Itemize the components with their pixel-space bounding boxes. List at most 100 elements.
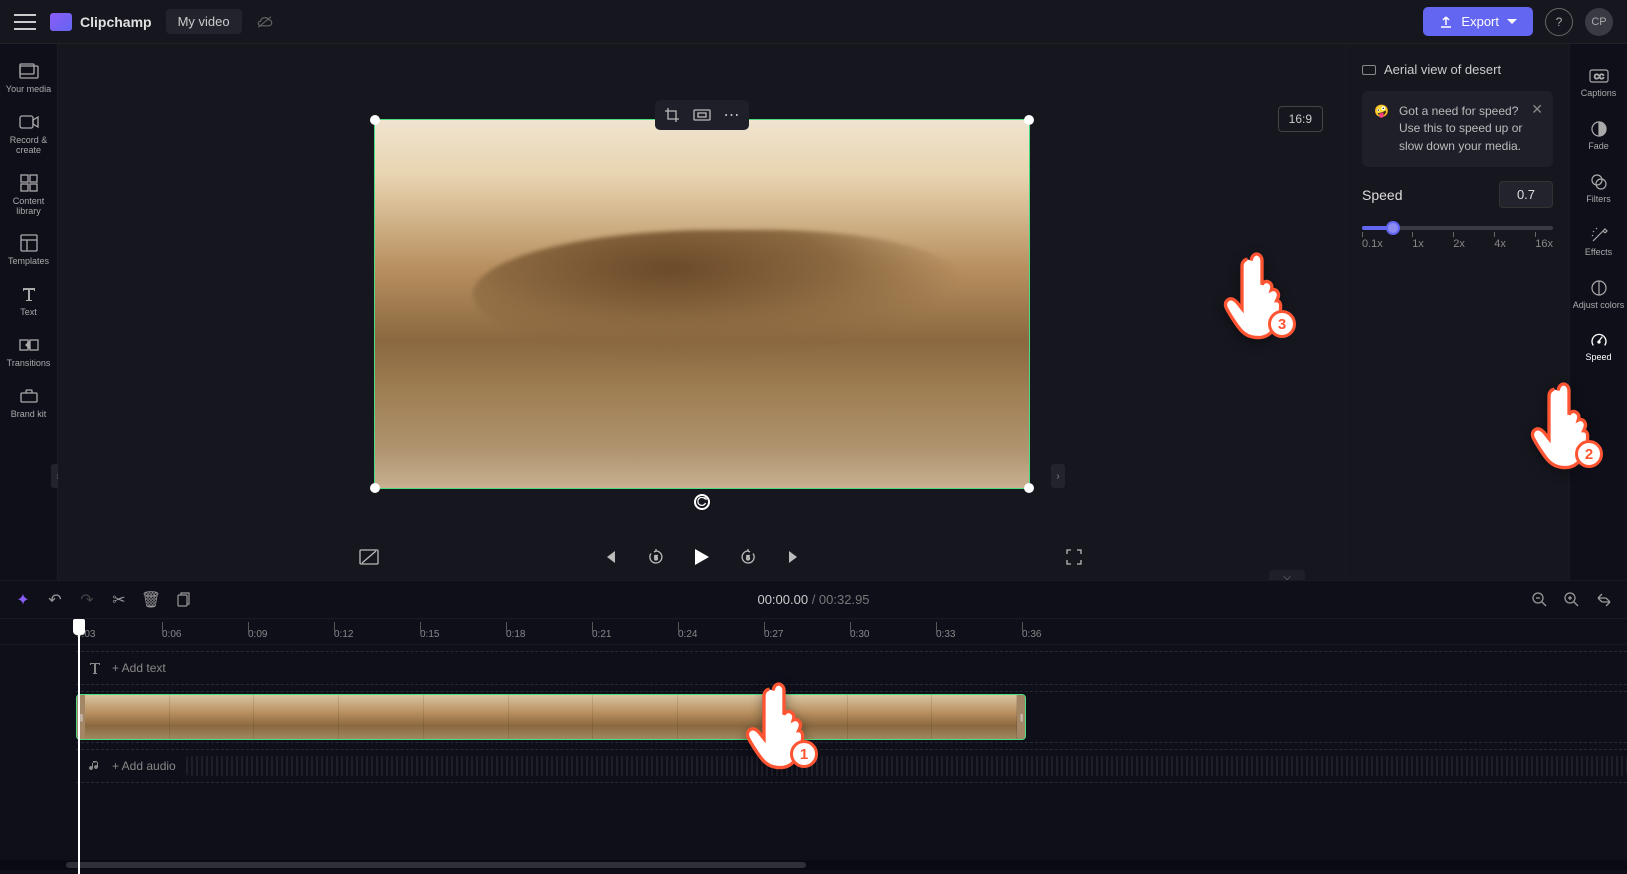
rail-item-speed[interactable]: Speed [1570, 320, 1627, 373]
svg-text:CC: CC [1593, 74, 1603, 81]
add-audio-label: + Add audio [112, 759, 176, 773]
more-button[interactable]: ⋯ [717, 102, 747, 128]
captions-icon: CC [1589, 66, 1609, 86]
filters-icon [1589, 172, 1609, 192]
user-avatar[interactable]: CP [1585, 8, 1613, 36]
video-track[interactable]: || || [76, 691, 1627, 743]
clip-icon [1362, 65, 1376, 75]
slider-ticks: 0.1x 1x 2x 4x 16x [1362, 238, 1553, 250]
rail-item-captions[interactable]: CC Captions [1570, 56, 1627, 109]
speed-slider[interactable] [1362, 226, 1553, 230]
svg-text:5: 5 [746, 556, 750, 562]
audio-track-add[interactable]: + Add audio [76, 749, 1627, 783]
sidebar-item-label: Record & create [2, 136, 55, 156]
rotate-handle[interactable] [694, 494, 710, 510]
rail-item-effects[interactable]: Effects [1570, 215, 1627, 268]
panel-collapse-toggle[interactable]: › [1051, 464, 1065, 488]
app-logo: Clipchamp [50, 13, 152, 31]
redo-button[interactable]: ↷ [78, 591, 96, 609]
resize-handle-tr[interactable] [1024, 115, 1034, 125]
ruler-mark: 0:18 [506, 619, 592, 644]
zoom-out-button[interactable] [1531, 591, 1549, 609]
templates-icon [18, 232, 40, 254]
ruler-mark: 0:30 [850, 619, 936, 644]
delete-button[interactable]: 🗑 [142, 591, 160, 609]
video-clip[interactable]: || || [76, 694, 1026, 740]
ai-button[interactable]: ✦ [14, 591, 32, 609]
sidebar-item-label: Text [20, 308, 37, 318]
zoom-fit-button[interactable] [1595, 591, 1613, 609]
skip-forward-button[interactable] [783, 546, 805, 568]
rewind-button[interactable]: 5 [645, 546, 667, 568]
adjust-icon [1589, 278, 1609, 298]
record-icon [18, 111, 40, 133]
undo-button[interactable]: ↶ [46, 591, 64, 609]
sidebar-item-your-media[interactable]: Your media [0, 52, 57, 103]
fit-button[interactable] [687, 102, 717, 128]
collapse-timeline-toggle[interactable]: ⌵ [1269, 570, 1305, 580]
chevron-down-icon [1507, 19, 1517, 25]
sidebar-item-transitions[interactable]: Transitions [0, 326, 57, 377]
ruler-mark: 0:03 [76, 619, 162, 644]
menu-button[interactable] [14, 14, 36, 30]
sidebar-item-text[interactable]: Text [0, 275, 57, 326]
sidebar-item-label: Brand kit [11, 410, 47, 420]
zoom-in-button[interactable] [1563, 591, 1581, 609]
export-button[interactable]: Export [1423, 7, 1533, 36]
clip-trim-right[interactable]: || [1017, 695, 1025, 739]
resize-handle-br[interactable] [1024, 483, 1034, 493]
fullscreen-button[interactable] [1063, 546, 1085, 568]
skip-back-button[interactable] [599, 546, 621, 568]
rail-item-label: Speed [1585, 353, 1611, 363]
tip-text: Got a need for speed? Use this to speed … [1399, 103, 1541, 155]
tick-label: 2x [1453, 238, 1465, 250]
tick-label: 4x [1494, 238, 1506, 250]
video-title-input[interactable]: My video [166, 9, 242, 34]
slider-thumb[interactable] [1386, 221, 1400, 235]
scrollbar-thumb[interactable] [66, 862, 806, 868]
rail-item-adjust-colors[interactable]: Adjust colors [1570, 268, 1627, 321]
play-button[interactable] [691, 546, 713, 568]
resize-handle-bl[interactable] [370, 483, 380, 493]
clip-name-label: Aerial view of desert [1384, 62, 1501, 77]
svg-text:5: 5 [654, 556, 658, 562]
sidebar-item-content-library[interactable]: Content library [0, 164, 57, 225]
timeline-ruler[interactable]: 0 0:030:060:090:120:150:180:210:240:270:… [0, 619, 1627, 645]
ruler-mark: 0:21 [592, 619, 678, 644]
ruler-mark: 0:09 [248, 619, 334, 644]
text-track-add[interactable]: + Add text [76, 651, 1627, 685]
duplicate-button[interactable] [174, 591, 192, 609]
split-button[interactable]: ✂ [110, 591, 128, 609]
speed-label: Speed [1362, 187, 1402, 203]
forward-button[interactable]: 5 [737, 546, 759, 568]
resize-handle-tl[interactable] [370, 115, 380, 125]
close-tip-button[interactable]: ✕ [1531, 99, 1543, 119]
text-icon [18, 283, 40, 305]
tip-emoji: 🤪 [1374, 103, 1389, 155]
export-label: Export [1461, 14, 1499, 29]
crop-button[interactable] [657, 102, 687, 128]
sidebar-item-label: Transitions [7, 359, 51, 369]
current-time: 00:00.00 [757, 592, 808, 607]
text-icon [88, 661, 102, 675]
tick-label: 1x [1412, 238, 1424, 250]
tick-label: 0.1x [1362, 238, 1383, 250]
sidebar-item-brand-kit[interactable]: Brand kit [0, 377, 57, 428]
rail-item-filters[interactable]: Filters [1570, 162, 1627, 215]
playhead[interactable] [73, 619, 85, 635]
tick-label: 16x [1535, 238, 1553, 250]
sidebar-item-templates[interactable]: Templates [0, 224, 57, 275]
hide-preview-button[interactable] [358, 546, 380, 568]
audio-waveform-placeholder [186, 756, 1627, 776]
sidebar-item-record[interactable]: Record & create [0, 103, 57, 164]
rail-item-label: Effects [1585, 248, 1612, 258]
rail-item-fade[interactable]: Fade [1570, 109, 1627, 162]
video-preview[interactable] [374, 119, 1030, 489]
rail-item-label: Captions [1581, 89, 1617, 99]
speed-value-input[interactable] [1499, 181, 1553, 208]
speed-icon [1589, 330, 1609, 350]
clipchamp-icon [50, 13, 72, 31]
help-button[interactable]: ? [1545, 8, 1573, 36]
rail-item-label: Adjust colors [1573, 301, 1625, 311]
timeline-scrollbar[interactable] [0, 860, 1627, 870]
